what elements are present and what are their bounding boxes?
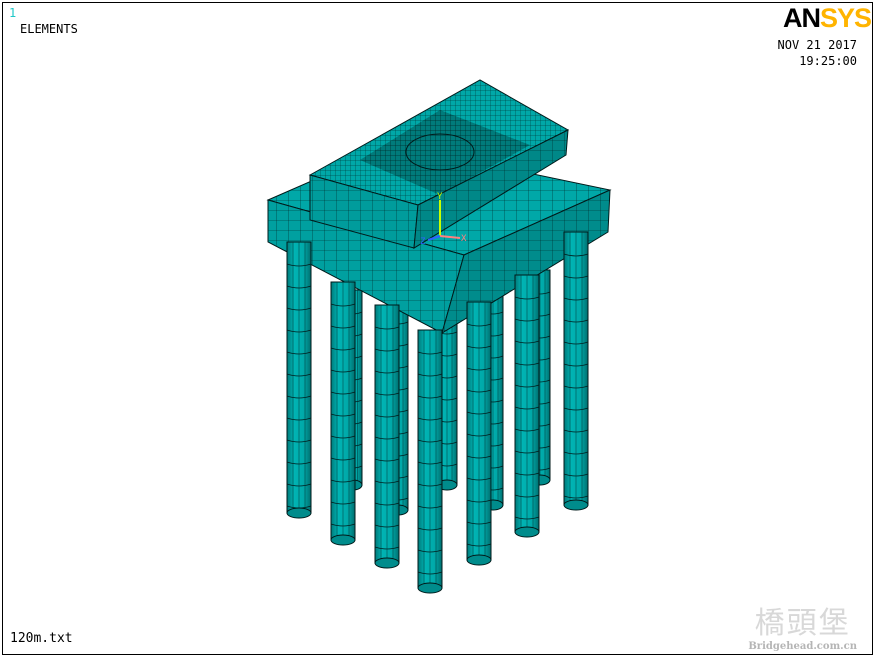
triad-y-label: Y — [437, 192, 443, 202]
fem-model-viewport[interactable]: Y X Z — [0, 0, 877, 659]
pile — [514, 274, 540, 538]
triad-x-label: X — [461, 234, 467, 244]
triad-z-label: Z — [420, 237, 426, 247]
pile — [330, 281, 356, 546]
bridgehead-watermark: 橋頭堡 Bridgehead.com.cn — [748, 606, 857, 653]
pile — [563, 231, 589, 511]
file-name-label: 120m.txt — [10, 631, 73, 646]
pile — [286, 241, 312, 519]
pile — [374, 304, 400, 569]
pile — [417, 329, 443, 594]
pile — [466, 301, 492, 566]
